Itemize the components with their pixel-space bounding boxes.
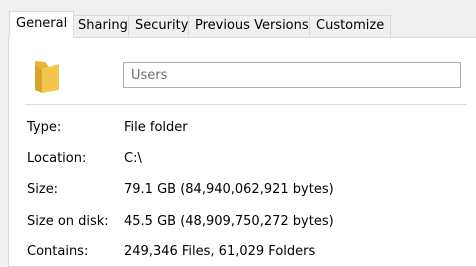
folder-name-field[interactable] [123, 62, 461, 88]
tab-strip: General Sharing Security Previous Versio… [0, 0, 476, 38]
property-label: Location: [27, 151, 87, 166]
tab-general[interactable]: General [9, 11, 75, 38]
property-value: File folder [124, 120, 188, 135]
property-value: 45.5 GB (48,909,750,272 bytes) [124, 214, 334, 229]
tab-previous-versions[interactable]: Previous Versions [188, 15, 316, 37]
property-value: 249,346 Files, 61,029 Folders [124, 244, 316, 259]
tab-sharing[interactable]: Sharing [71, 15, 135, 37]
property-value: 79.1 GB (84,940,062,921 bytes) [124, 182, 334, 197]
separator [25, 104, 467, 105]
property-label: Type: [27, 120, 62, 135]
property-label: Contains: [27, 244, 89, 259]
property-label: Size on disk: [27, 214, 109, 229]
property-value: C:\ [124, 151, 142, 166]
folder-icon [35, 61, 59, 93]
tab-security[interactable]: Security [128, 15, 196, 37]
property-label: Size: [27, 182, 59, 197]
tab-customize[interactable]: Customize [309, 15, 392, 37]
general-tab-panel: Type: File folder Location: C:\ Size: 79… [8, 37, 476, 267]
